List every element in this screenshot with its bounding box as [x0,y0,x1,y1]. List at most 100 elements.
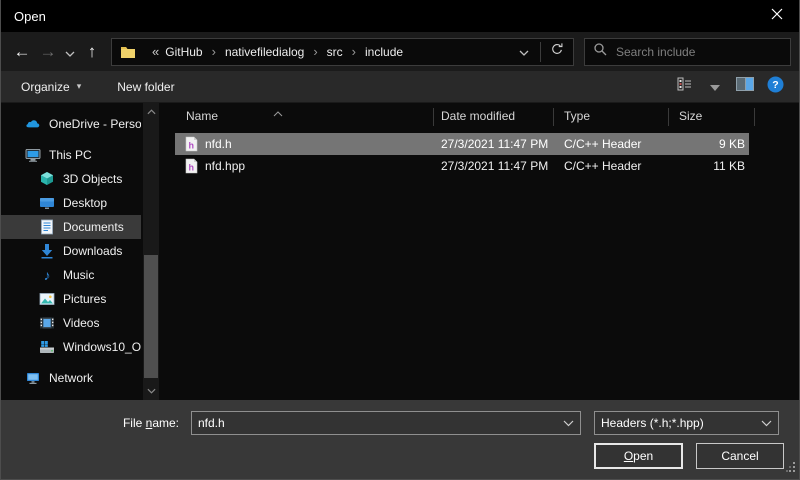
breadcrumb-overflow[interactable]: « [152,44,159,59]
sidebar-item[interactable]: Network [1,366,141,390]
breadcrumb-item[interactable]: nativefiledialog [223,45,306,59]
scroll-down-icon[interactable] [143,384,159,398]
file-name-input[interactable]: nfd.h [191,411,581,435]
views-dropdown-button[interactable] [703,75,727,99]
sidebar-item[interactable]: Documents [1,215,141,239]
organize-button[interactable]: Organize ▾ [15,74,87,100]
column-divider[interactable] [433,108,434,126]
file-name-value: nfd.h [198,416,563,430]
file-type-value: Headers (*.h;*.hpp) [601,416,761,430]
chevron-down-icon [761,416,772,430]
preview-pane-icon [736,77,754,96]
cheader-icon: h [183,136,199,152]
search-placeholder: Search include [616,45,695,59]
file-size: 11 KB [713,155,745,177]
search-input[interactable]: Search include [584,38,791,66]
column-divider[interactable] [553,108,554,126]
sidebar-item[interactable]: Desktop [1,191,141,215]
address-bar[interactable]: « GitHub›nativefiledialog›src›include [111,38,574,66]
column-header-size[interactable]: Size [679,103,702,129]
new-folder-label: New folder [117,80,174,94]
sidebar-item[interactable]: OneDrive - Persor [1,112,141,136]
help-button[interactable]: ? [763,75,787,99]
file-date-modified: 27/3/2021 11:47 PM [441,155,548,177]
column-header-type[interactable]: Type [564,103,590,129]
column-divider[interactable] [754,108,755,126]
chevron-down-icon [710,78,720,96]
up-icon: ↑ [88,42,97,62]
resize-grip-icon[interactable] [786,459,796,477]
breadcrumb-item[interactable]: src [325,45,345,59]
scroll-up-icon[interactable] [143,105,159,119]
sort-ascending-icon [273,104,283,122]
file-row[interactable]: h nfd.hpp 27/3/2021 11:47 PM C/C++ Heade… [175,155,749,177]
onedrive-icon [25,116,41,132]
sidebar-scrollbar[interactable] [143,103,159,400]
sidebar-item-label: 3D Objects [63,172,122,186]
details-view-icon [677,77,693,96]
navigation-bar: ← → ↑ « GitHub›nativefiledialog›src›incl… [1,32,799,71]
forward-button[interactable]: → [35,38,61,66]
open-button[interactable]: Open [594,443,683,469]
dialog-content: OneDrive - Persor This PC 3D Objects Des… [1,103,799,400]
svg-text:♪: ♪ [44,267,51,283]
chevron-down-icon [519,43,529,61]
refresh-button[interactable] [545,40,569,64]
up-button[interactable]: ↑ [79,38,105,66]
file-type: C/C++ Header [564,133,641,155]
breadcrumb-item[interactable]: GitHub [163,45,204,59]
recent-locations-button[interactable] [61,38,79,66]
file-type-select[interactable]: Headers (*.h;*.hpp) [594,411,779,435]
breadcrumb-item[interactable]: include [363,45,405,59]
sidebar-item-label: Videos [63,316,99,330]
back-button[interactable]: ← [9,38,35,66]
music-icon: ♪ [39,267,55,283]
file-list: Name Date modified Type Size h nfd.h 27/… [171,103,799,400]
column-header-name[interactable]: Name [186,103,218,129]
address-bar-controls [512,39,569,65]
new-folder-button[interactable]: New folder [111,74,180,100]
close-button[interactable] [754,0,799,32]
details-view-button[interactable] [673,75,697,99]
sidebar-item-label: Windows10_OS ( [63,340,141,354]
help-icon: ? [767,76,784,98]
svg-text:h: h [188,163,194,173]
title-bar: Open [1,0,799,32]
view-controls: ? [667,75,787,99]
videos-icon [39,315,55,331]
dialog-footer: File name: nfd.h Headers (*.h;*.hpp) Ope… [1,400,799,480]
sidebar-item-label: Network [49,371,93,385]
sidebar-item[interactable]: Windows10_OS ( [1,335,141,359]
window-title: Open [14,9,46,24]
chevron-down-icon: ▾ [77,81,82,92]
preview-pane-button[interactable] [733,75,757,99]
address-dropdown-button[interactable] [512,40,536,64]
sidebar-item[interactable]: ♪ Music [1,263,141,287]
breadcrumb-separator-icon: › [306,44,324,59]
back-icon: ← [14,42,31,62]
file-row[interactable]: h nfd.h 27/3/2021 11:47 PM C/C++ Header … [175,133,749,155]
command-toolbar: Organize ▾ New folder [1,71,799,103]
scrollbar-thumb[interactable] [144,255,158,378]
sidebar-item-label: This PC [49,148,92,162]
sidebar-item[interactable]: Pictures [1,287,141,311]
divider [540,42,541,62]
sidebar-item[interactable]: This PC [1,143,141,167]
chevron-down-icon [65,42,75,62]
column-header-date-modified[interactable]: Date modified [441,103,515,129]
sidebar-item-label: Music [63,268,94,282]
file-type: C/C++ Header [564,155,641,177]
file-name-label: File name: [1,412,185,434]
sidebar-item[interactable]: 3D Objects [1,167,141,191]
breadcrumb: GitHub›nativefiledialog›src›include [163,44,512,59]
sidebar-item[interactable]: Downloads [1,239,141,263]
cancel-button[interactable]: Cancel [696,443,784,469]
sidebar-item-label: OneDrive - Persor [49,117,141,131]
column-divider[interactable] [668,108,669,126]
desktop-icon [39,195,55,211]
file-name: nfd.h [205,133,232,155]
cheader-icon: h [183,158,199,174]
refresh-icon [550,42,564,61]
objects3d-icon [39,171,55,187]
sidebar-item[interactable]: Videos [1,311,141,335]
